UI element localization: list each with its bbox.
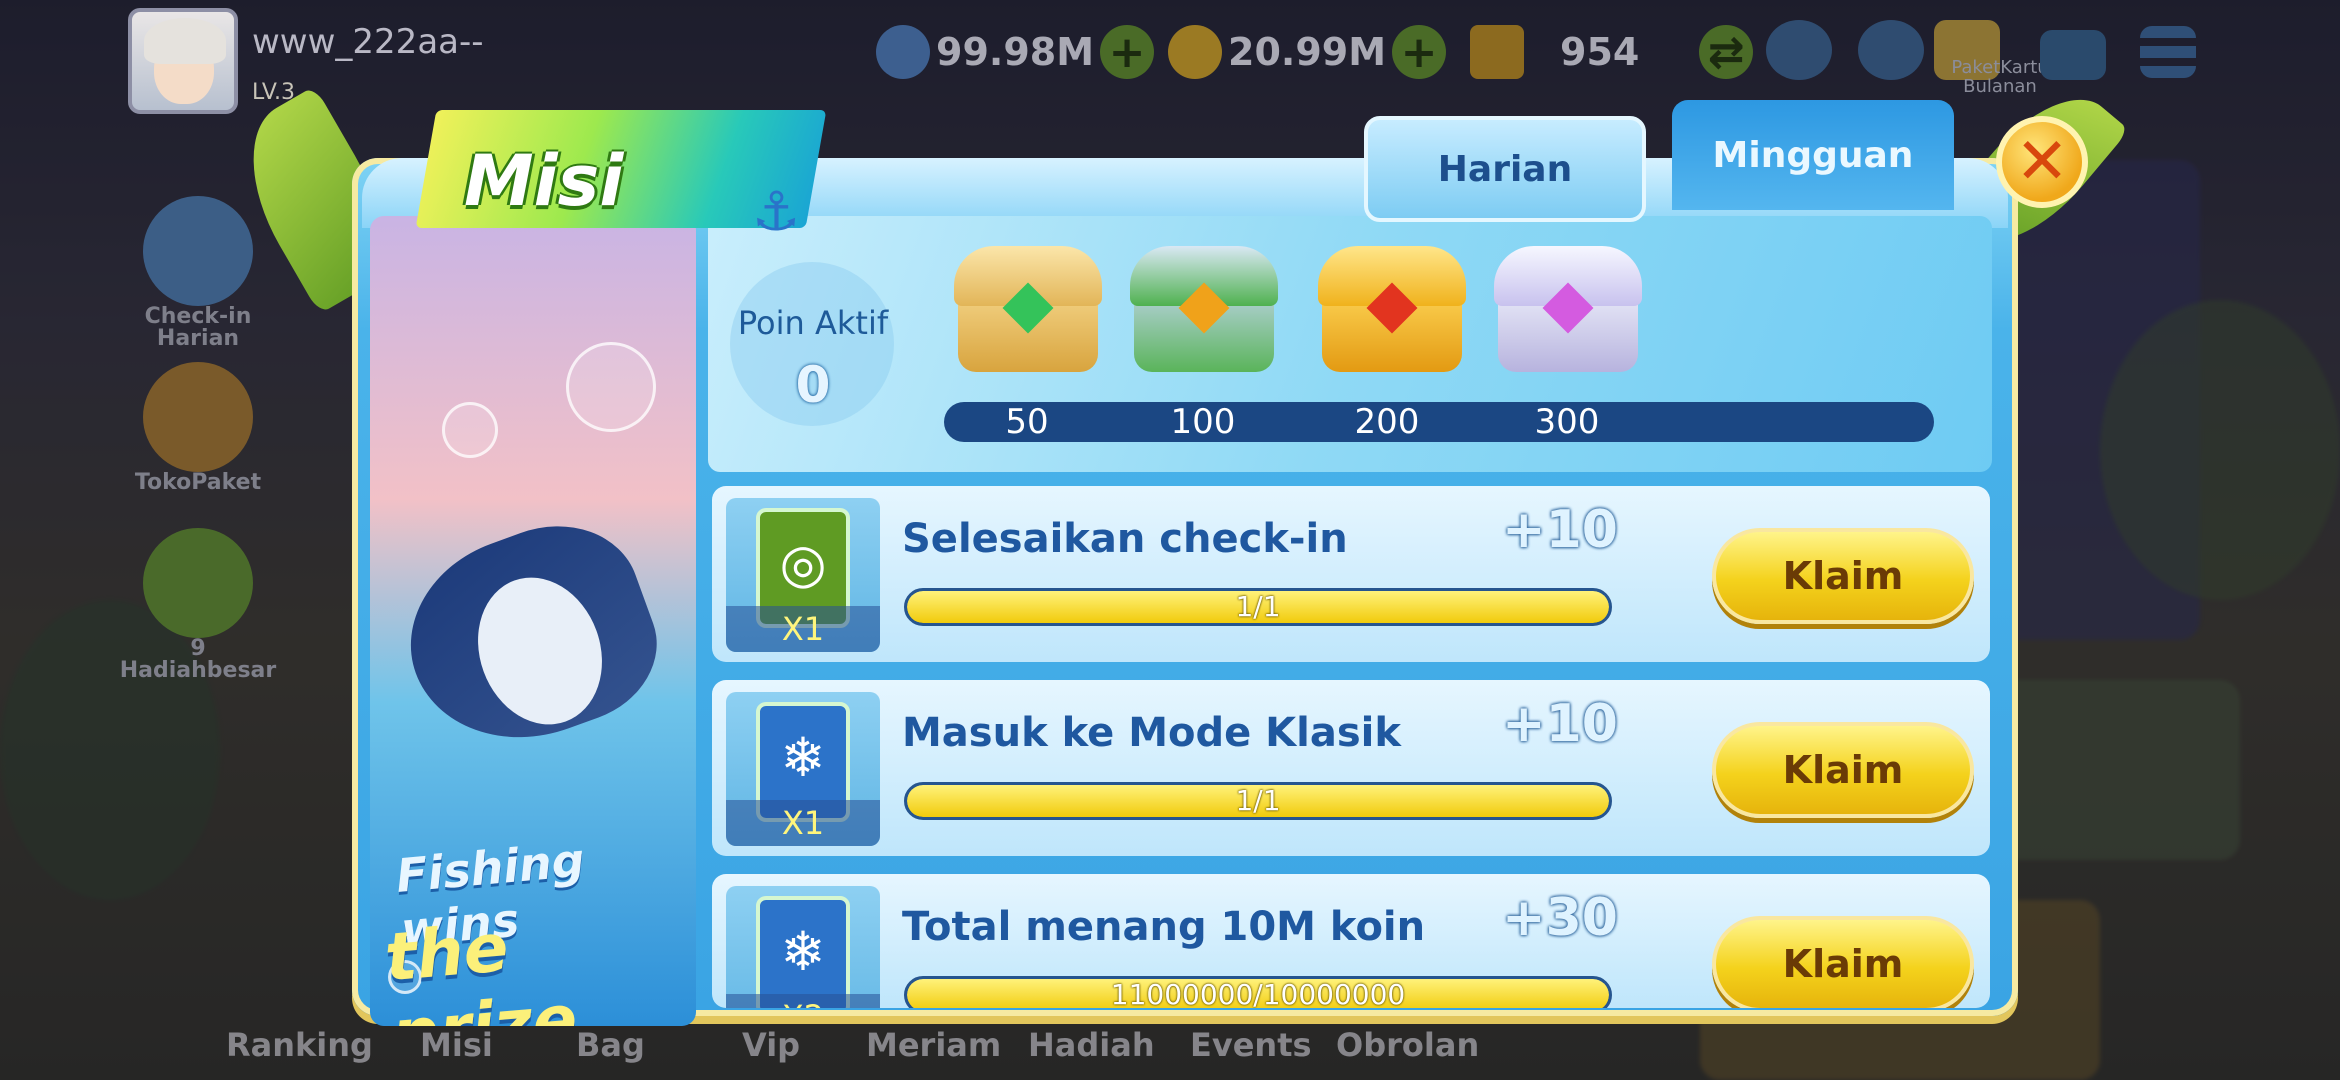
card-multiplier: X2: [726, 994, 880, 1008]
side-checkin[interactable]: Check-in Harian: [118, 196, 278, 350]
top-bar: www_222aa-- LV.3 99.98M + 20.99M + 954 ⇄…: [0, 0, 2340, 114]
task-card: ❄ X2: [726, 886, 880, 1008]
claim-button[interactable]: Klaim: [1712, 916, 1974, 1008]
task-row: ◎ X1 Selesaikan check-in +10 1/1 Klaim: [712, 486, 1990, 662]
nav-meriam[interactable]: Meriam: [866, 1026, 1001, 1064]
points-value: 0: [795, 356, 831, 414]
chest-200[interactable]: [1312, 236, 1472, 378]
anchor-icon: ⚓: [752, 180, 801, 243]
milestone-label: 50: [1005, 402, 1049, 442]
tab-mingguan[interactable]: Mingguan: [1672, 100, 1954, 210]
claim-button[interactable]: Klaim: [1712, 722, 1974, 818]
task-name: Selesaikan check-in: [902, 516, 1348, 562]
mission-dialog: Fishing wins the prize Poin Aktif 0: [219, 72, 2130, 1026]
progress-text: 11000000/10000000: [1110, 978, 1406, 1008]
card-multiplier: X1: [726, 800, 880, 846]
ticket-icon: [1470, 25, 1524, 79]
task-card: ◎ X1: [726, 498, 880, 652]
currency-coin: 20.99M +: [1168, 22, 1447, 82]
chest-100[interactable]: [1124, 236, 1284, 378]
task-row: ❄ X1 Masuk ke Mode Klasik +10 1/1 Klaim: [712, 680, 1990, 856]
task-reward: +10: [1502, 694, 1618, 754]
nav-bag[interactable]: Bag: [576, 1026, 645, 1064]
progress-text: 1/1: [1235, 590, 1281, 623]
task-reward: +30: [1502, 888, 1618, 948]
task-progress-bar: 11000000/10000000: [904, 976, 1612, 1008]
promo-illustration: Fishing wins the prize: [370, 216, 696, 1026]
dialog-title: Misi: [464, 140, 624, 222]
task-progress-bar: 1/1: [904, 588, 1612, 626]
mail-icon[interactable]: [2040, 30, 2106, 80]
avatar[interactable]: [128, 8, 238, 114]
coin-value: 20.99M: [1228, 30, 1387, 74]
snowflake-icon: ❄: [780, 726, 826, 789]
claim-button[interactable]: Klaim: [1712, 528, 1974, 624]
task-progress-bar: 1/1: [904, 782, 1612, 820]
ticket-value: 954: [1560, 30, 1640, 74]
points-label: Poin Aktif: [737, 304, 889, 342]
gift-icon: [143, 362, 253, 472]
bubble: [566, 342, 656, 432]
side-tokopaket[interactable]: TokoPaket: [118, 362, 278, 494]
nav-ranking[interactable]: Ranking: [226, 1026, 373, 1064]
side-hadiahbesar[interactable]: 9 Hadiahbesar: [118, 528, 278, 682]
side-checkin-label: Check-in Harian: [144, 304, 252, 351]
chest-50[interactable]: [948, 236, 1108, 378]
player-name: www_222aa--: [252, 22, 484, 62]
currency-ticket: 954 ⇄: [1470, 22, 1754, 82]
task-reward: +10: [1502, 500, 1618, 560]
add-coin-button[interactable]: +: [1392, 25, 1447, 79]
milestone-label: 300: [1534, 402, 1600, 442]
nav-misi[interactable]: Misi: [420, 1026, 493, 1064]
points-panel: Poin Aktif 0 50 100 200 300: [708, 216, 1992, 472]
treasure-icon: [143, 528, 253, 638]
nav-vip[interactable]: Vip: [742, 1026, 800, 1064]
task-card: ❄ X1: [726, 692, 880, 846]
currency-diamond: 99.98M +: [876, 22, 1155, 82]
nav-hadiah[interactable]: Hadiah: [1028, 1026, 1155, 1064]
bubble: [442, 402, 498, 458]
snowflake-icon: ❄: [780, 920, 826, 983]
task-row: ❄ X2 Total menang 10M koin +30 11000000/…: [712, 874, 1990, 1008]
task-name: Total menang 10M koin: [902, 904, 1426, 950]
progress-text: 1/1: [1235, 784, 1281, 817]
chest-300[interactable]: [1488, 236, 1648, 378]
target-icon: ◎: [779, 532, 827, 595]
dialog-frame: Fishing wins the prize Poin Aktif 0: [352, 158, 2018, 1026]
diamond-value: 99.98M: [936, 30, 1095, 74]
card-multiplier: X1: [726, 606, 880, 652]
close-button[interactable]: ✕: [1996, 116, 2088, 208]
nav-obrolan[interactable]: Obrolan: [1336, 1026, 1479, 1064]
tab-harian[interactable]: Harian: [1364, 116, 1646, 222]
milestone-label: 100: [1170, 402, 1236, 442]
checkin-icon: [143, 196, 253, 306]
support-icon[interactable]: [1766, 20, 1832, 80]
close-icon: ✕: [2015, 125, 2069, 199]
milestone-label: 200: [1354, 402, 1420, 442]
add-diamond-button[interactable]: +: [1100, 25, 1155, 79]
share-icon[interactable]: [1858, 20, 1924, 80]
diamond-icon: [876, 25, 930, 79]
exchange-button[interactable]: ⇄: [1699, 25, 1754, 79]
coin-icon: [1168, 25, 1222, 79]
side-hadiahbesar-label: 9 Hadiahbesar: [119, 636, 277, 683]
menu-icon[interactable]: [2140, 26, 2196, 78]
nav-events[interactable]: Events: [1190, 1026, 1312, 1064]
task-name: Masuk ke Mode Klasik: [902, 710, 1401, 756]
side-tokopaket-label: TokoPaket: [134, 470, 262, 495]
